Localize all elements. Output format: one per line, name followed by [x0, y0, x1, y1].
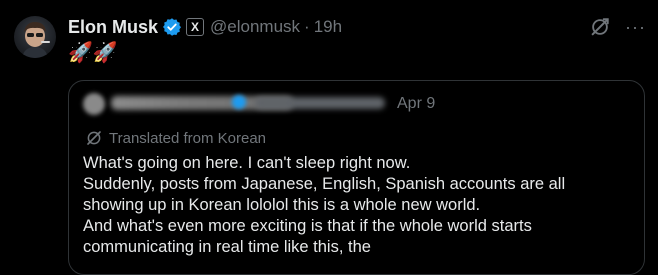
quoted-verified-badge-icon: [232, 95, 246, 109]
post-actions-top: ···: [589, 16, 646, 38]
translation-label: Translated from Korean: [109, 129, 267, 147]
author-handle[interactable]: @elonmusk: [210, 17, 300, 37]
post-timestamp[interactable]: 19h: [314, 17, 342, 37]
quoted-text-line: And what's even more exciting is that if…: [83, 217, 532, 235]
quoted-post-date[interactable]: Apr 9: [397, 95, 435, 113]
quoted-text-line: What's going on here. I can't sleep righ…: [83, 154, 411, 172]
quoted-text-line: Suddenly, posts from Japanese, English, …: [83, 175, 566, 193]
verified-badge-icon[interactable]: [162, 17, 182, 37]
post-body: 🚀🚀: [68, 42, 118, 64]
quoted-post-text: What's going on here. I can't sleep righ…: [83, 153, 633, 258]
quoted-author-handle-blurred: [255, 97, 385, 109]
translate-icon: [85, 129, 103, 147]
quoted-post[interactable]: Apr 9 Translated from Korean What's goin…: [68, 80, 645, 275]
author-avatar[interactable]: [14, 16, 56, 58]
post: Elon Musk X @elonmusk · 19h ··· 🚀🚀 Apr 9: [0, 0, 658, 275]
author-name[interactable]: Elon Musk: [68, 17, 158, 38]
post-header: Elon Musk X @elonmusk · 19h: [68, 14, 342, 40]
more-options-icon[interactable]: ···: [625, 17, 646, 37]
quoted-author-avatar: [83, 93, 105, 115]
x-affiliation-icon[interactable]: X: [186, 18, 205, 36]
quoted-text-line: communicating in real time like this, th…: [83, 238, 371, 256]
separator-dot: ·: [304, 17, 310, 36]
quoted-text-line: showing up in Korean lololol this is a w…: [83, 196, 481, 214]
translation-notice: Translated from Korean: [85, 129, 266, 147]
grok-icon[interactable]: [589, 16, 611, 38]
